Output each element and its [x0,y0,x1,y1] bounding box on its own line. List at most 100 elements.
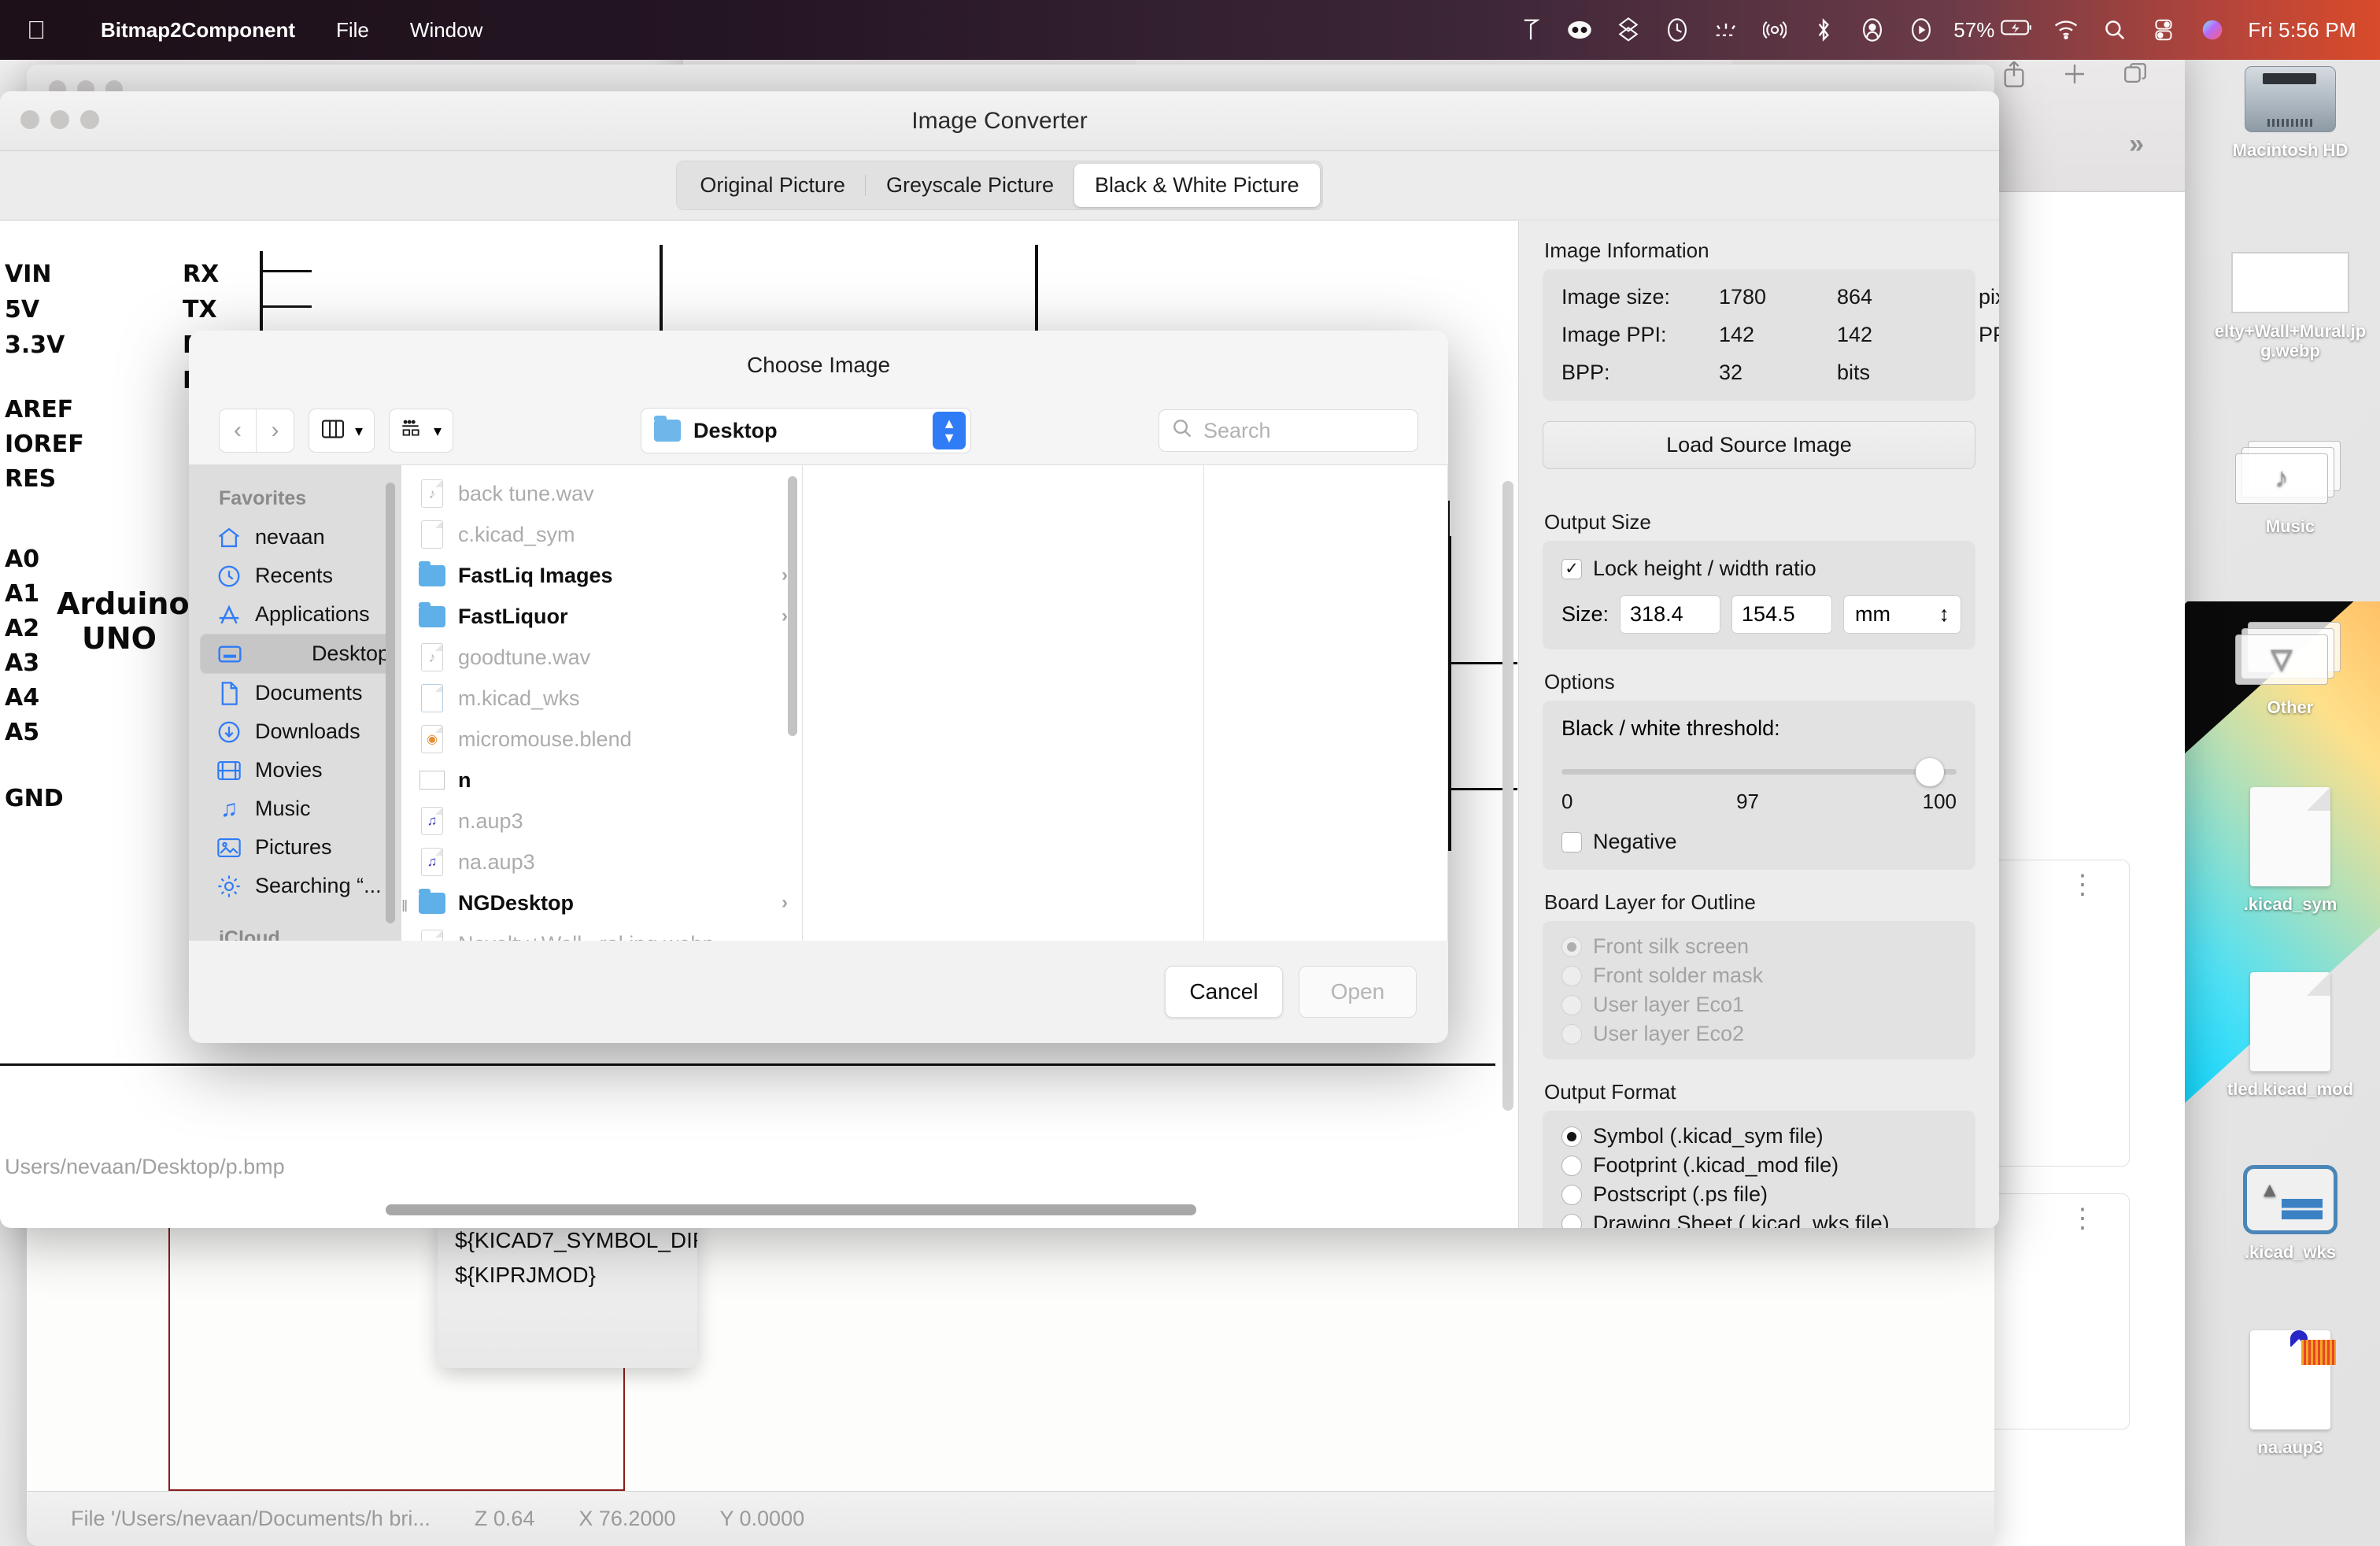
time-machine-icon[interactable] [1653,0,1702,60]
file-column-1[interactable]: ♪ back tune.wav c.kicad_sym FastLiq Imag… [401,465,803,941]
arduino-icon[interactable] [1555,0,1604,60]
file-column-2[interactable] [803,465,1204,941]
cancel-button[interactable]: Cancel [1165,966,1283,1018]
sidebar-item-documents[interactable]: Documents [189,674,401,712]
desktop-icon-other[interactable]: ▽ Other [2212,622,2369,717]
list-item[interactable]: NGDesktop › [401,882,802,923]
list-item[interactable]: ▲ Novelty+Wall...ral.jpg.webp [401,923,802,941]
sidebar-item-recents[interactable]: Recents [189,557,401,595]
sidebar-item-downloads[interactable]: Downloads [189,712,401,751]
lib-path-item[interactable]: ${KICAD7_SYMBOL_DIR} [438,1225,697,1258]
desktop-icon-naaup3[interactable]: na.aup3 [2212,1330,2369,1457]
desktop-icon-kicadmod[interactable]: tled.kicad_mod [2212,972,2369,1099]
radio-drawing-sheet-kicad-wks[interactable]: Drawing Sheet (.kicad_wks file) [1561,1209,1957,1228]
text-tool-icon[interactable] [1506,0,1555,60]
menu-app-name[interactable]: Bitmap2Component [80,18,316,43]
desktop-icon-kicadsym[interactable]: .kicad_sym [2212,787,2369,914]
zoom-button[interactable] [80,110,99,129]
picture-mode-segmented-control[interactable]: Original Picture Greyscale Picture Black… [676,161,1322,210]
load-source-image-button[interactable]: Load Source Image [1543,421,1975,469]
lock-ratio-row[interactable]: ✓ Lock height / width ratio [1561,557,1957,581]
list-item[interactable]: ♪ back tune.wav [401,473,802,514]
sidebar-item-searching[interactable]: Searching “... [189,867,401,905]
apple-logo-icon[interactable]:  [27,17,46,43]
menu-bar-clock[interactable]: Fri 5:56 PM [2237,18,2356,43]
sidebar-item-desktop[interactable]: Desktop [200,634,390,674]
column-view-button[interactable]: ▾ [309,409,375,453]
desktop-icon-wallmural[interactable]: elty+Wall+Mural.jpg.webp [2212,252,2369,361]
radio-footprint-kicad-mod[interactable]: Footprint (.kicad_mod file) [1561,1151,1957,1180]
desktop-icon-macintosh-hd[interactable]: Macintosh HD [2212,66,2369,160]
desktop-icon-music[interactable]: ♪ Music [2212,441,2369,536]
chevron-double-right-icon[interactable]: » [2129,129,2144,160]
share-icon[interactable] [2001,58,2027,94]
source-path-label: Users/nevaan/Desktop/p.bmp [0,1143,1518,1190]
radio-postscript-ps[interactable]: Postscript (.ps file) [1561,1180,1957,1209]
control-center-icon[interactable] [2139,0,2188,60]
minimize-button[interactable] [50,110,69,129]
negative-row[interactable]: Negative [1561,830,1957,854]
tab-original-picture[interactable]: Original Picture [679,164,866,207]
file-column-scrollbar[interactable] [788,476,797,736]
list-item[interactable]: ♫ na.aup3 [401,841,802,882]
plus-icon[interactable] [2060,60,2089,92]
stats-icon[interactable] [1702,0,1750,60]
threshold-slider[interactable] [1561,758,1957,786]
kicad-icon[interactable] [1604,0,1653,60]
airdrop-icon[interactable] [1750,0,1799,60]
chooser-sidebar: Favorites nevaan Recents Applications [189,465,401,941]
list-item[interactable]: FastLiq Images › [401,555,802,596]
tab-black-white-picture[interactable]: Black & White Picture [1074,164,1320,207]
back-button[interactable]: ‹ [219,409,257,453]
negative-checkbox[interactable] [1561,832,1582,853]
column-resize-handle[interactable]: ‖ [401,898,412,917]
tab-overview-icon[interactable] [2122,61,2149,91]
list-item[interactable]: FastLiquor › [401,596,802,637]
bluetooth-icon[interactable] [1799,0,1848,60]
menu-item-file[interactable]: File [316,18,390,43]
sidebar-item-applications[interactable]: Applications [189,595,401,634]
library-path-popup[interactable]: ${KICAD7_SYMBOL_DIR} ${KIPRJMOD} [438,1219,697,1368]
desktop-icon-label: tled.kicad_mod [2227,1079,2353,1099]
close-button[interactable] [20,110,39,129]
siri-icon[interactable] [2188,0,2237,60]
list-item[interactable]: n [401,760,802,801]
list-item[interactable]: ♪ goodtune.wav [401,637,802,678]
tab-greyscale-picture[interactable]: Greyscale Picture [866,164,1074,207]
chevron-updown-icon[interactable]: ▲▼ [933,412,966,449]
card-menu-icon[interactable]: ⋮ [2069,1213,2097,1225]
lib-path-item[interactable]: ${KIPRJMOD} [438,1258,697,1293]
wifi-icon[interactable] [2042,0,2090,60]
user-account-icon[interactable] [1848,0,1897,60]
preview-vertical-scrollbar[interactable] [1502,481,1513,1111]
open-button[interactable]: Open [1299,966,1417,1018]
list-item[interactable]: m.kicad_wks [401,678,802,719]
spotlight-search-icon[interactable] [2090,0,2139,60]
path-popup-button[interactable]: Desktop ▲▼ [641,408,971,453]
card-menu-icon[interactable]: ⋮ [2069,879,2097,891]
forward-button[interactable]: › [257,409,294,453]
sidebar-item-movies[interactable]: Movies [189,751,401,790]
search-field[interactable]: Search [1159,409,1418,452]
file-column-3[interactable] [1204,465,1448,941]
output-height-input[interactable] [1731,595,1832,634]
output-width-input[interactable] [1620,595,1720,634]
radio-symbol-kicad-sym[interactable]: Symbol (.kicad_sym file) [1561,1122,1957,1151]
sidebar-item-nevaan[interactable]: nevaan [189,518,401,557]
desktop-icon-kicadwks[interactable]: ▲ .kicad_wks [2212,1165,2369,1262]
slider-knob[interactable] [1916,758,1944,786]
list-item[interactable]: ♫ n.aup3 [401,801,802,841]
sidebar-scrollbar[interactable] [386,483,395,923]
preview-horizontal-scrollbar[interactable] [386,1204,1196,1215]
output-unit-select[interactable]: mm ↕ [1843,595,1961,634]
now-playing-icon[interactable] [1897,0,1946,60]
lock-ratio-checkbox[interactable]: ✓ [1561,559,1582,579]
list-item[interactable]: c.kicad_sym [401,514,802,555]
sidebar-item-music[interactable]: ♫ Music [189,790,401,828]
battery-status[interactable]: 57% [1946,18,2042,43]
list-item[interactable]: ◉ micromouse.blend [401,719,802,760]
group-by-button[interactable]: ▾ [389,409,453,453]
sidebar-item-pictures[interactable]: Pictures [189,828,401,867]
converter-traffic-lights[interactable] [20,110,99,129]
menu-item-window[interactable]: Window [390,18,503,43]
